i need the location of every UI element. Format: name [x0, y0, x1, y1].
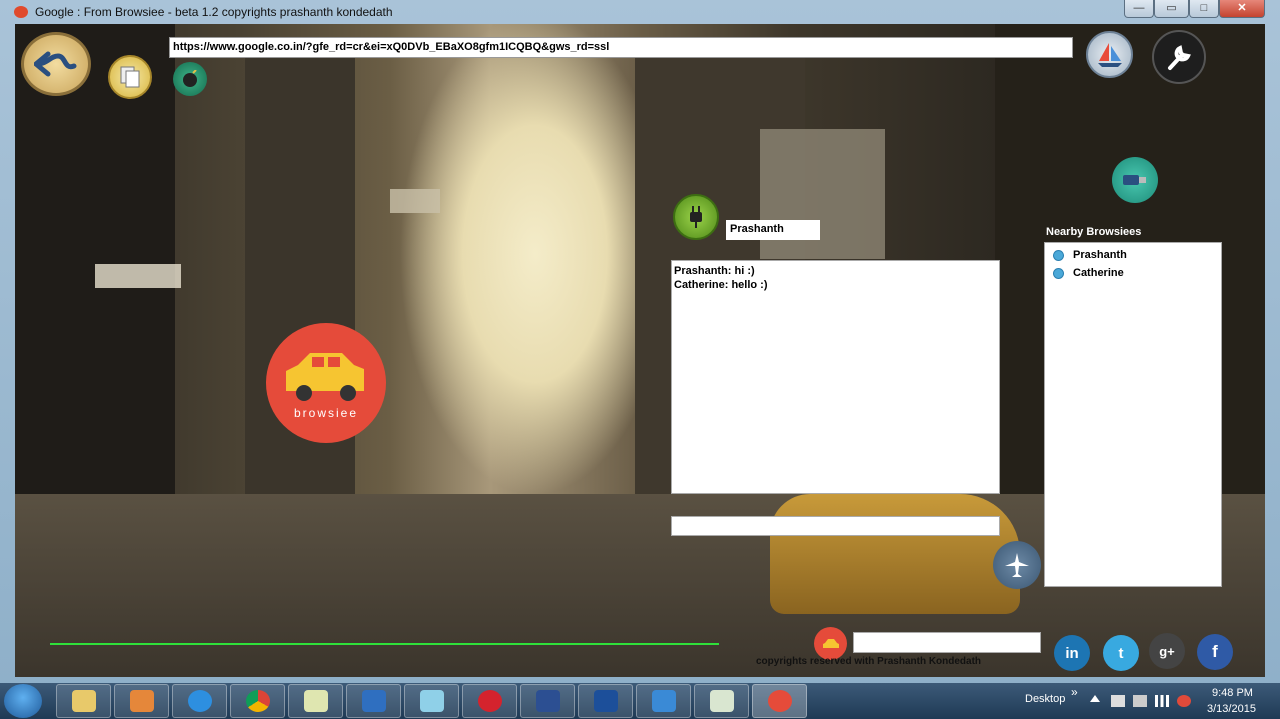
taskbar-app-lync[interactable] [346, 684, 401, 718]
twitter-button[interactable]: t [1103, 635, 1139, 671]
clock-time[interactable]: 9:48 PM [1212, 687, 1253, 699]
files-icon [303, 690, 328, 712]
nearby-user-item[interactable]: Catherine [1053, 264, 1221, 282]
taxi-image [770, 494, 1020, 614]
media-player-icon [129, 690, 154, 712]
browsiee-logo: browsiee [266, 323, 386, 443]
linkedin-button[interactable]: in [1054, 635, 1090, 671]
taskbar-app-tm[interactable] [578, 684, 633, 718]
connect-button[interactable] [673, 194, 719, 240]
clock-date[interactable]: 3/13/2015 [1207, 703, 1256, 715]
facebook-button[interactable]: f [1197, 634, 1233, 670]
maximize-button[interactable]: □ [1189, 0, 1219, 18]
usb-button[interactable] [1112, 157, 1158, 203]
taskbar-app-chrome[interactable] [230, 684, 285, 718]
taskbar-app-internet-explorer[interactable] [172, 684, 227, 718]
one-way-sign [95, 264, 181, 288]
bomb-icon [183, 70, 197, 87]
minimize-button[interactable]: — [1124, 0, 1154, 18]
car-icon [286, 353, 364, 401]
taskbar-app-browsiee[interactable] [752, 684, 807, 718]
taskbar-app-visual-basic[interactable] [520, 684, 575, 718]
documents-icon [120, 66, 140, 88]
signal-icon[interactable] [1155, 695, 1169, 707]
action-center-icon[interactable] [1111, 695, 1125, 707]
notepad-icon [419, 690, 444, 712]
nearby-user-item[interactable]: Prashanth [1053, 246, 1221, 264]
nearby-user-name: Prashanth [1073, 249, 1127, 261]
power-icon[interactable] [1133, 695, 1147, 707]
taskbar-app-sharpdevelop[interactable] [636, 684, 691, 718]
taskbar-app-creative-cloud[interactable] [462, 684, 517, 718]
bomb-button[interactable] [173, 62, 207, 96]
airplane-icon [1005, 553, 1029, 577]
close-button[interactable]: ✕ [1219, 0, 1265, 18]
start-button[interactable] [4, 684, 42, 718]
progress-fill [50, 643, 719, 645]
back-icon [34, 51, 77, 77]
usb-icon [1123, 175, 1146, 185]
chat-message: Catherine: hello :) [674, 279, 768, 291]
user-status-icon [1053, 249, 1064, 261]
chrome-icon [245, 690, 270, 712]
desktop-toolbar-label[interactable]: Desktop [1025, 693, 1065, 705]
creative-cloud-icon [477, 690, 502, 712]
copyright-text: copyrights reserved with Prashanth Konde… [756, 656, 982, 667]
chat-input[interactable] [671, 516, 1000, 536]
taskbar-app-file-explorer[interactable] [56, 684, 111, 718]
google-plus-icon: g+ [1159, 643, 1175, 659]
window-title: Google : From Browsiee - beta 1.2 copyri… [35, 5, 393, 19]
sailboat-icon [1097, 42, 1122, 67]
google-plus-button[interactable]: g+ [1149, 633, 1185, 669]
twitter-icon: t [1118, 644, 1124, 662]
username-field[interactable]: Prashanth [726, 220, 820, 240]
linkedin-icon: in [1065, 644, 1079, 662]
show-hidden-icons-icon[interactable] [1090, 695, 1100, 702]
presentation-icon [709, 690, 734, 712]
back-button[interactable] [21, 32, 91, 96]
progress-bar [50, 643, 719, 645]
taskbar-app-presentation[interactable] [694, 684, 749, 718]
app-window: Google : From Browsiee - beta 1.2 copyri… [0, 0, 1280, 683]
tm-icon [593, 690, 618, 712]
airplane-button[interactable] [993, 541, 1041, 589]
volume-muted-icon[interactable] [1177, 695, 1191, 707]
chat-message: Prashanth: hi :) [674, 265, 755, 277]
facebook-icon: f [1212, 642, 1218, 661]
desktop-chevron-icon[interactable]: » [1071, 685, 1078, 699]
browsiee-app-icon [14, 6, 28, 18]
title-bar: Google : From Browsiee - beta 1.2 copyri… [0, 0, 1280, 24]
nearby-title: Nearby Browsiees [1046, 226, 1142, 238]
url-field[interactable]: https://www.google.co.in/?gfe_rd=cr&ei=x… [169, 37, 1073, 58]
folder-icon [71, 690, 96, 712]
taskbar-app-media-player[interactable] [114, 684, 169, 718]
chat-log: Prashanth: hi :) Catherine: hello :) [671, 260, 1000, 494]
building-left [15, 24, 175, 494]
taskbar-app-folder[interactable] [288, 684, 343, 718]
car-icon [822, 638, 839, 648]
sharpdevelop-icon [651, 690, 676, 712]
nearby-user-name: Catherine [1073, 267, 1124, 279]
hsbc-sign [390, 189, 440, 213]
plug-icon [690, 206, 702, 228]
wrench-icon [1168, 45, 1191, 70]
lync-icon [361, 690, 386, 712]
logo-text: browsiee [293, 406, 359, 420]
taskbar-app-notepad[interactable] [404, 684, 459, 718]
internet-explorer-icon [187, 690, 212, 712]
restore-button[interactable]: ▭ [1154, 0, 1189, 18]
taskbar: Desktop » 9:48 PM 3/13/2015 [0, 683, 1280, 719]
browsiee-icon [767, 690, 792, 712]
settings-button[interactable] [1152, 30, 1206, 84]
browser-canvas: https://www.google.co.in/?gfe_rd=cr&ei=x… [15, 24, 1265, 677]
user-status-icon [1053, 267, 1064, 279]
documents-button[interactable] [108, 55, 152, 99]
nearby-list: Prashanth Catherine [1044, 242, 1222, 587]
sailboat-button[interactable] [1086, 31, 1133, 78]
footer-input[interactable] [853, 632, 1041, 653]
visual-basic-icon [535, 690, 560, 712]
